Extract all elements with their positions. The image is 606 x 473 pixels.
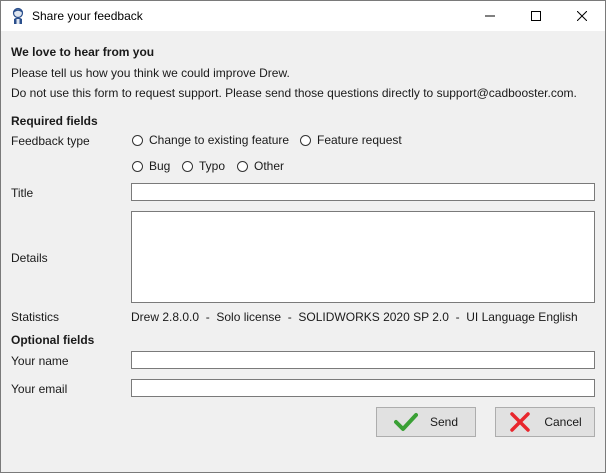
title-bar: Share your feedback [1,1,605,31]
checkmark-icon [393,413,418,431]
radio-label: Typo [199,159,226,173]
your-email-input[interactable] [131,379,595,397]
radio-feature-request[interactable]: Feature request [300,133,402,147]
x-icon [510,412,531,432]
feedback-window: Share your feedback We love to hear from… [0,0,606,473]
feedback-type-label: Feedback type [11,134,90,148]
your-name-input[interactable] [131,351,595,369]
cancel-button[interactable]: Cancel [495,407,595,437]
radio-change-existing-feature[interactable]: Change to existing feature [132,133,289,147]
close-button[interactable] [559,1,605,31]
close-icon [577,11,587,21]
radio-circle [300,134,311,146]
window-title: Share your feedback [32,9,143,23]
details-textarea[interactable] [131,211,595,303]
statistics-label: Statistics [11,310,60,324]
radio-circle [132,134,143,146]
radio-circle [182,160,193,172]
radio-label: Feature request [317,133,402,147]
optional-fields-heading: Optional fields [11,333,95,347]
maximize-icon [531,11,541,21]
radio-label: Change to existing feature [149,133,290,147]
send-label: Send [429,415,459,429]
drew-logo-icon [10,7,26,25]
title-label: Title [11,186,34,200]
your-email-label: Your email [11,382,68,396]
intro-text: Please tell us how you think we could im… [11,66,290,80]
send-button[interactable]: Send [376,407,476,437]
minimize-icon [485,15,495,17]
intro-heading: We love to hear from you [11,45,155,59]
radio-circle [237,160,248,172]
required-fields-heading: Required fields [11,114,98,128]
cancel-label: Cancel [544,415,582,429]
your-name-label: Your name [11,354,69,368]
support-notice: Do not use this form to request support.… [11,86,577,100]
statistics-value: Drew 2.8.0.0 - Solo license - SOLIDWORKS… [131,310,578,324]
radio-circle [132,160,143,172]
title-input[interactable] [131,183,595,201]
radio-label: Other [254,159,285,173]
minimize-button[interactable] [467,1,513,31]
radio-label: Bug [149,159,171,173]
maximize-button[interactable] [513,1,559,31]
radio-other[interactable]: Other [237,159,284,173]
radio-typo[interactable]: Typo [182,159,225,173]
details-label: Details [11,251,48,265]
radio-bug[interactable]: Bug [132,159,170,173]
